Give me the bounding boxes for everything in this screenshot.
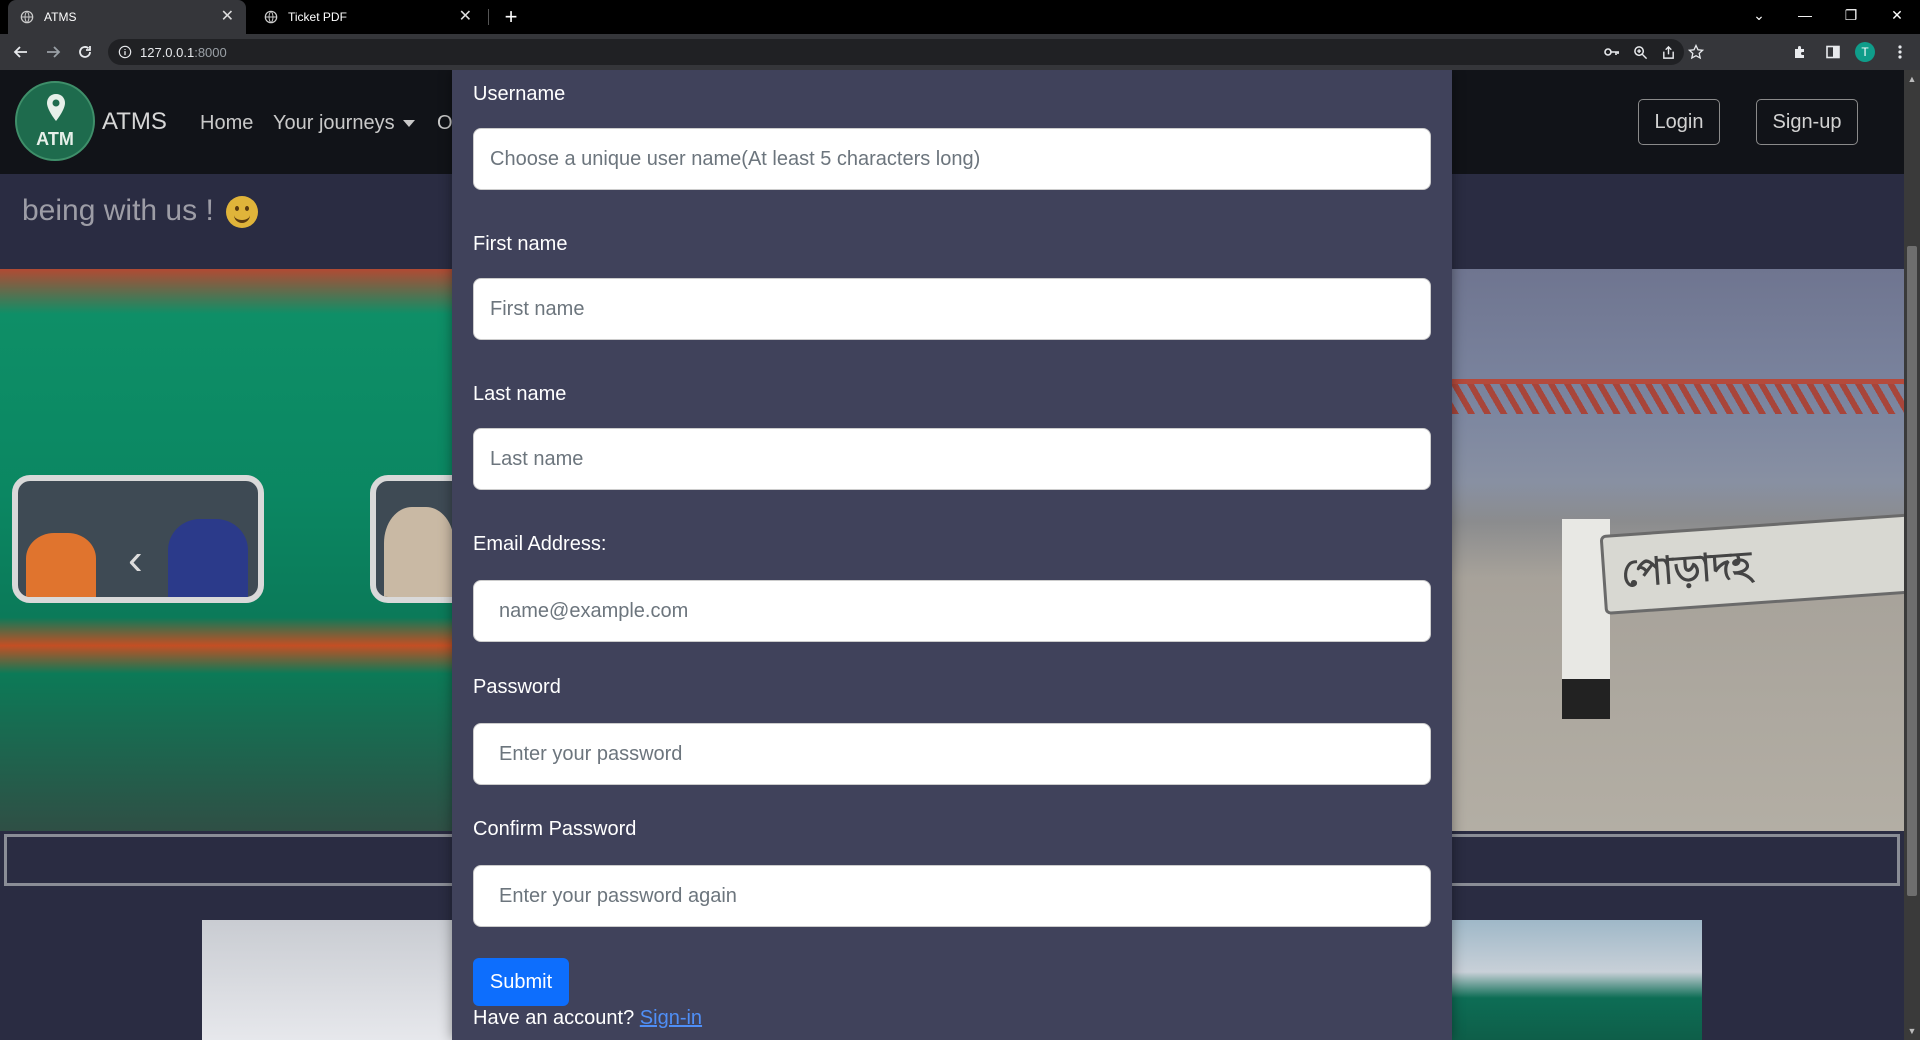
password-input[interactable]	[473, 723, 1431, 785]
bookmark-star-icon[interactable]	[1682, 39, 1710, 65]
passenger	[384, 507, 454, 597]
browser-menu-icon[interactable]	[1888, 40, 1912, 64]
logo-text: ATM	[36, 129, 74, 149]
signup-button[interactable]: Sign-up	[1756, 99, 1858, 145]
nav-link-truncated[interactable]: O	[437, 112, 453, 135]
info-icon[interactable]	[118, 45, 132, 59]
share-icon[interactable]	[1654, 39, 1682, 65]
extensions-puzzle-icon[interactable]	[1788, 40, 1812, 64]
submit-button[interactable]: Submit	[473, 958, 569, 1006]
nav-link-home[interactable]: Home	[200, 112, 253, 135]
url-text: 127.0.0.1:8000	[140, 44, 227, 60]
minimize-button[interactable]: —	[1782, 0, 1828, 30]
browser-tab-title: Ticket PDF	[288, 10, 347, 24]
firstname-label: First name	[473, 233, 568, 255]
train-photo	[0, 269, 490, 831]
new-tab-button[interactable]: +	[498, 4, 524, 30]
back-button[interactable]	[9, 40, 33, 64]
passenger	[168, 519, 248, 597]
page-viewport: ATM ATMS Home Your journeys O Login Sign…	[0, 70, 1904, 1040]
signup-modal: Username First name Last name Email Addr…	[452, 70, 1452, 1040]
tagline-text: being with us !	[22, 194, 214, 227]
email-input[interactable]	[473, 580, 1431, 642]
scroll-down-arrow-icon[interactable]: ▼	[1904, 1024, 1920, 1038]
back-arrow-icon	[13, 46, 27, 58]
signin-link[interactable]: Sign-in	[640, 1007, 702, 1029]
window-close-button[interactable]: ✕	[1874, 0, 1920, 30]
restore-button[interactable]: ❐	[1828, 0, 1874, 30]
caret-down-icon	[402, 120, 415, 128]
tab-search-button[interactable]: ⌄	[1736, 0, 1782, 30]
nav-dropdown-your-journeys[interactable]: Your journeys	[273, 112, 415, 135]
have-account-line: Have an account? Sign-in	[473, 1007, 702, 1030]
carousel-prev-arrow-icon[interactable]: ‹	[128, 535, 143, 585]
browser-tab-ticket-pdf[interactable]: Ticket PDF ✕	[252, 0, 484, 34]
forward-button[interactable]	[41, 40, 65, 64]
station-photo: পোড়াদহ	[1452, 269, 1904, 831]
username-label: Username	[473, 83, 566, 105]
photo-card	[202, 920, 462, 1040]
page-scrollbar[interactable]: ▲ ▼	[1904, 70, 1920, 1040]
photo-card	[1452, 920, 1702, 1040]
zoom-icon[interactable]	[1626, 39, 1654, 65]
scrollbar-thumb[interactable]	[1907, 246, 1917, 896]
station-signboard: পোড়াদহ	[1599, 513, 1904, 615]
reload-icon	[79, 46, 91, 58]
close-tab-icon[interactable]: ✕	[221, 9, 234, 25]
close-tab-icon[interactable]: ✕	[459, 9, 472, 25]
address-bar[interactable]: 127.0.0.1:8000	[108, 39, 1704, 65]
passenger	[26, 533, 96, 597]
browser-tab-atms[interactable]: ATMS ✕	[8, 0, 246, 34]
scroll-up-arrow-icon[interactable]: ▲	[1904, 72, 1920, 86]
nav-dropdown-label: Your journeys	[273, 112, 395, 134]
welcome-tagline: being with us !	[22, 194, 259, 229]
station-name-text: পোড়াদহ	[1619, 544, 1753, 596]
lastname-label: Last name	[473, 383, 567, 405]
confirm-password-input[interactable]	[473, 865, 1431, 927]
footbridge	[1452, 379, 1904, 414]
forward-arrow-icon	[47, 46, 61, 58]
have-account-text: Have an account?	[473, 1007, 635, 1029]
map-pin-icon	[47, 94, 65, 121]
side-panel-icon[interactable]	[1821, 40, 1845, 64]
confirm-password-label: Confirm Password	[473, 818, 637, 840]
email-label: Email Address:	[473, 533, 607, 555]
site-logo[interactable]: ATM	[15, 81, 95, 161]
firstname-input[interactable]	[473, 278, 1431, 340]
lastname-input[interactable]	[473, 428, 1431, 490]
browser-tab-title: ATMS	[44, 10, 77, 24]
login-button[interactable]: Login	[1638, 99, 1720, 145]
password-label: Password	[473, 676, 561, 698]
profile-avatar[interactable]: T	[1855, 42, 1875, 62]
browser-toolbar: 127.0.0.1:8000 T	[0, 34, 1920, 70]
brand-name[interactable]: ATMS	[102, 108, 167, 136]
key-icon[interactable]	[1598, 39, 1626, 65]
globe-icon	[264, 10, 278, 24]
username-input[interactable]	[473, 128, 1431, 190]
globe-icon	[20, 10, 34, 24]
tab-divider	[488, 9, 489, 25]
browser-tab-bar: ATMS ✕ Ticket PDF ✕ + ⌄ — ❐ ✕	[0, 0, 1920, 34]
reload-button[interactable]	[73, 40, 97, 64]
smiling-face-icon	[226, 196, 259, 229]
